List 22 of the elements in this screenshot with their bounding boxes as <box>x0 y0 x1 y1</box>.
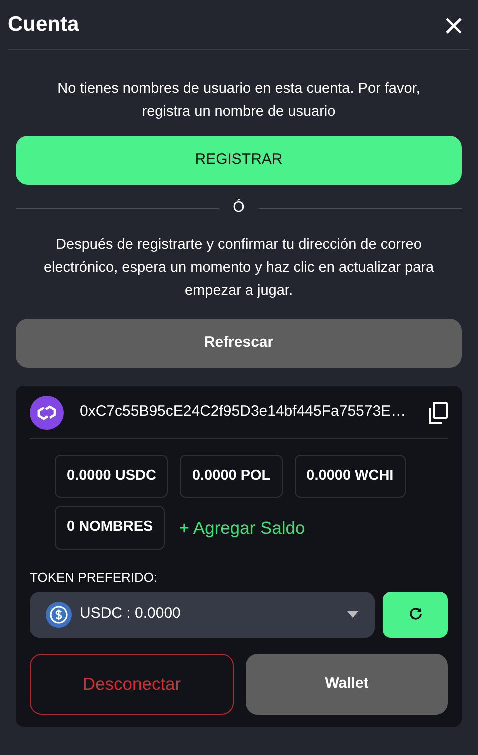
dropdown-caret-icon <box>347 611 359 618</box>
wallet-address: 0xC7c55B95cE24C2f95D3e14bf445Fa75573E… <box>80 402 408 422</box>
register-button[interactable]: REGISTRAR <box>16 136 462 185</box>
chain-logo-icon <box>30 396 64 430</box>
token-label: TOKEN PREFERIDO: <box>30 569 159 587</box>
notice-text: No tienes nombres de usuario en esta cuenta. Por favor, registra un nombre de usuario <box>56 80 422 122</box>
token-select[interactable]: USDC : 0.0000 <box>30 592 375 638</box>
balance-chip: 0.0000 WCHI <box>294 454 406 498</box>
balance-chip: 0.0000 USDC <box>55 454 168 498</box>
disconnect-button[interactable]: Desconectar <box>30 654 234 714</box>
refresh-icon <box>408 607 422 622</box>
coin-icon <box>46 602 72 628</box>
add-funds-link[interactable]: + Agregar Saldo <box>179 515 306 542</box>
reload-button[interactable] <box>383 592 448 638</box>
separator-text: Ó <box>233 198 245 218</box>
balance-chip: 0.0000 POL <box>180 454 283 498</box>
refresh-button[interactable]: Refrescar <box>16 318 462 368</box>
copy-icon[interactable] <box>428 402 448 424</box>
balance-chip: 0 NOMBRES <box>55 506 166 550</box>
dialog-title: Cuenta <box>8 12 80 38</box>
instructions-text: Después de registrarte y confirmar tu dirección de correo electrónico, espera un momento y haz clic en actualizar para empezar a jugar. <box>42 236 436 300</box>
wallet-button[interactable]: Wallet <box>246 654 448 714</box>
